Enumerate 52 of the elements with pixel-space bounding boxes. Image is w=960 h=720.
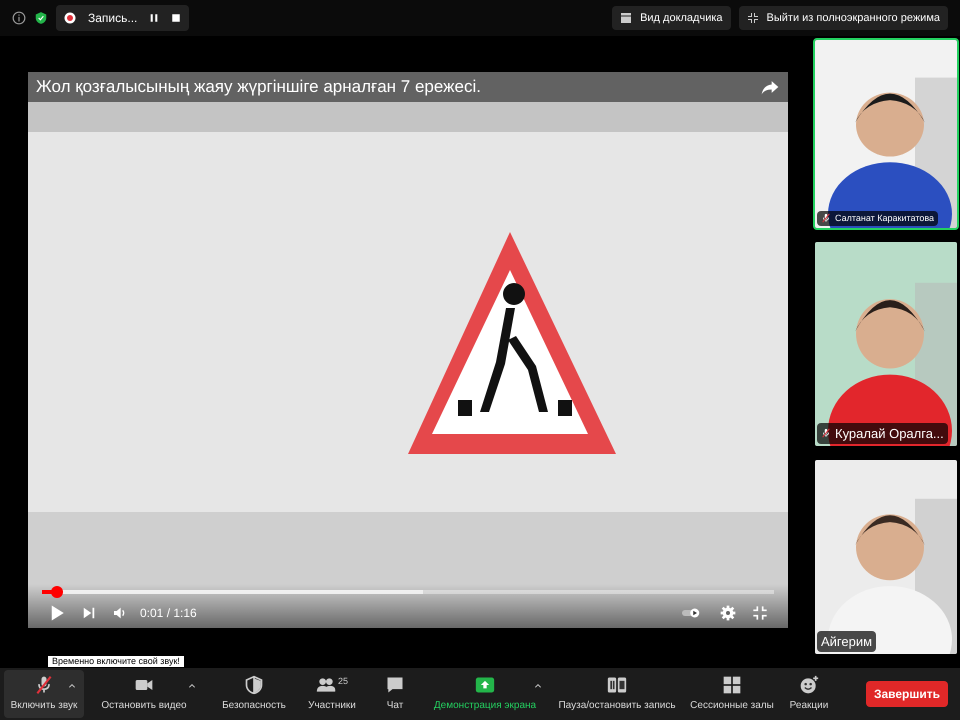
- participant-name: Куралай Оралга...: [835, 424, 944, 443]
- pause-stop-icon: [607, 675, 627, 695]
- record-icon: [64, 12, 76, 24]
- toolbar-label: Чат: [386, 699, 404, 713]
- end-meeting-button[interactable]: Завершить: [866, 681, 948, 707]
- video-time: 0:01 / 1:16: [140, 605, 197, 622]
- recording-indicator[interactable]: Запись...: [56, 5, 190, 31]
- toolbar-label: Остановить видео: [101, 699, 187, 713]
- speaker-view-button[interactable]: Вид докладчика: [612, 6, 731, 30]
- caret-icon[interactable]: [534, 682, 542, 690]
- info-icon[interactable]: [12, 11, 26, 25]
- chat-bubble-icon: [385, 675, 405, 695]
- collapse-icon: [746, 12, 759, 24]
- toolbar-label: Реакции: [790, 699, 828, 713]
- tooltip: Временно включите свой звук!: [48, 656, 184, 667]
- toolbar-button[interactable]: Остановить видео: [84, 670, 204, 718]
- settings-icon[interactable]: [720, 605, 736, 621]
- shield-icon: [244, 675, 264, 695]
- muted-mic-icon: [821, 428, 831, 438]
- up-arrow-screen-icon: [475, 675, 495, 695]
- toolbar-button[interactable]: Пауза/остановить запись: [550, 670, 684, 718]
- toolbar-label: Сессионные залы: [690, 699, 774, 713]
- toolbar-label: Пауза/остановить запись: [558, 699, 676, 713]
- toolbar-label: Безопасность: [222, 699, 286, 713]
- muted-mic-icon: [34, 675, 54, 695]
- next-icon[interactable]: [82, 606, 96, 620]
- muted-mic-icon: [821, 213, 831, 224]
- grid-icon: [620, 12, 632, 24]
- toolbar-button[interactable]: Чат: [370, 670, 420, 718]
- toolbar-label: Участники: [308, 699, 356, 713]
- toolbar-label: Включить звук: [10, 699, 78, 713]
- participant-name: Айгерим: [821, 632, 872, 651]
- toolbar-button[interactable]: 25 Участники: [294, 670, 370, 718]
- toolbar-label: Демонстрация экрана: [434, 699, 536, 713]
- recording-label: Запись...: [88, 10, 138, 27]
- grid-icon: [722, 675, 742, 695]
- caret-icon[interactable]: [68, 682, 76, 690]
- toolbar-button[interactable]: Сессионные залы: [684, 670, 780, 718]
- toolbar-button[interactable]: Демонстрация экрана: [420, 670, 550, 718]
- caret-icon[interactable]: [188, 682, 196, 690]
- pause-icon[interactable]: [149, 13, 160, 23]
- video-title: Жол қозғалысының жаяу жүргіншіге арналған 7 ережесі.: [36, 76, 482, 98]
- stop-icon[interactable]: [171, 13, 182, 23]
- exit-fullscreen-icon[interactable]: [752, 605, 768, 621]
- toolbar-button[interactable]: Реакции: [780, 670, 838, 718]
- toolbar-button[interactable]: Безопасность: [214, 670, 294, 718]
- exit-fullscreen-button[interactable]: Выйти из полноэкранного режима: [738, 6, 948, 30]
- smiley-icon: [799, 675, 819, 695]
- participant-count: 25: [338, 675, 348, 688]
- toolbar-button[interactable]: Включить звук: [4, 670, 84, 718]
- participant-name: Салтанат Каракитатова: [835, 212, 934, 225]
- shield-icon[interactable]: [34, 11, 48, 25]
